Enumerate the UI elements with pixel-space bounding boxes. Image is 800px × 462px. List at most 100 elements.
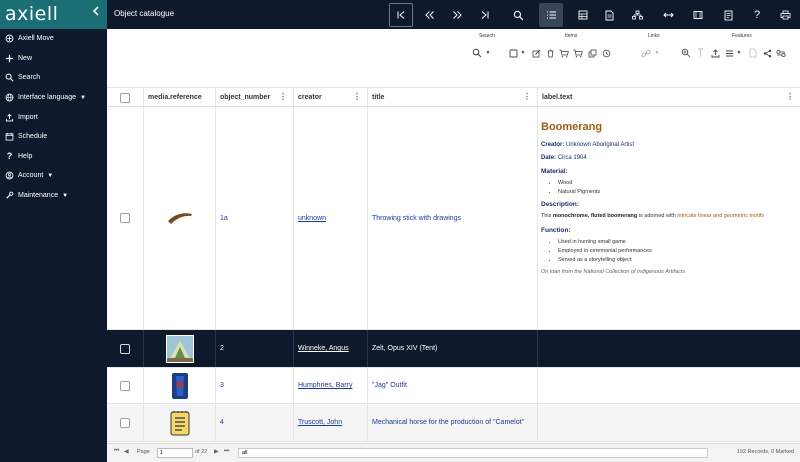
chevron-down-icon[interactable]: ▼ [654,47,660,59]
collapse-sidebar-icon[interactable] [91,6,101,18]
hierarchy-view-button[interactable] [625,3,649,27]
search-icon [4,72,15,83]
axiell-logo: axiell [5,3,59,25]
boomerang-thumbnail[interactable] [166,204,194,232]
creator-link[interactable]: Truscott, John [298,419,342,426]
sidebar-item-schedule[interactable]: Schedule [0,127,107,147]
document-icon[interactable] [747,47,759,59]
material-list: Wood Natural Pigments [541,180,800,195]
first-page-icon[interactable]: ⏮ [114,448,119,455]
object-number-cell: 4 [215,404,293,441]
help-button[interactable]: ? [745,3,769,27]
edit-icon[interactable] [530,47,542,59]
creator-cell: unknown [293,107,367,329]
sidebar-item-account[interactable]: Account ▼ [0,166,107,186]
chevron-down-icon[interactable]: ▼ [736,47,742,59]
link-icon[interactable] [640,47,652,59]
label-key: Creator: [541,142,565,148]
remove-from-cart-icon[interactable] [572,47,584,59]
report-button[interactable] [716,3,740,27]
creator-link[interactable]: Humphries, Barry [298,382,352,389]
outfit-thumbnail[interactable] [166,372,194,400]
sidebar-item-label: New [18,54,33,62]
select-all-checkbox[interactable] [120,92,130,103]
page-title: Object catalogue [114,9,175,18]
logo-bar: axiell [0,0,107,29]
duplicate-icon[interactable] [586,47,598,59]
sidebar-item-maintenance[interactable]: Maintenance ▼ [0,186,107,206]
first-record-button[interactable] [389,3,413,27]
row-checkbox[interactable] [120,380,130,391]
row-checkbox[interactable] [120,343,130,354]
list-item: Wood [558,180,800,186]
creator-link[interactable]: unknown [298,215,326,222]
list-item: Used in hunting small game [558,239,800,245]
chevron-down-icon[interactable]: ▼ [485,47,491,59]
creator-link[interactable]: Winneke, Angus [298,345,349,352]
table-row[interactable]: 2 Winneke, Angus Zelt, Opus XIV (Tent) [107,330,800,368]
detail-view-button[interactable] [597,3,621,27]
globe-icon [4,92,15,103]
column-settings-icon[interactable] [723,47,735,59]
column-menu-icon[interactable]: ⋮ [523,92,531,101]
chevron-down-icon: ▼ [80,94,86,101]
media-cell [143,330,215,367]
previous-record-button[interactable] [417,3,441,27]
label-note: On loan from the National Collection of … [541,269,686,275]
column-menu-icon[interactable]: ⋮ [279,92,287,101]
column-menu-icon[interactable]: ⋮ [353,92,361,101]
pin-icon[interactable] [694,47,706,59]
column-header-title[interactable]: title ⋮ [367,88,537,107]
next-record-button[interactable] [445,3,469,27]
next-page-icon[interactable]: ▶ [214,448,219,455]
zoom-in-icon[interactable] [680,47,692,59]
sidebar-item-search[interactable]: Search [0,68,107,88]
toolbar-group-features-label: Features [732,33,752,39]
chevron-down-icon: ▼ [47,172,54,179]
column-header-label-text[interactable]: label.text ⋮ [537,88,800,107]
media-cell [143,368,215,403]
column-label: label.text [542,94,573,101]
media-view-button[interactable] [686,3,710,27]
select-checkbox-icon[interactable] [507,47,519,59]
object-number-cell: 1a [215,107,293,329]
sidebar-item-interface-language[interactable]: Interface language ▼ [0,88,107,108]
label-text-cell [537,368,800,403]
expand-width-button[interactable] [656,3,680,27]
column-header-creator[interactable]: creator ⋮ [293,88,367,107]
notepad-thumbnail[interactable] [166,409,194,437]
last-page-icon[interactable]: ⏭ [224,448,229,455]
record-filter-input[interactable] [238,448,708,458]
table-row[interactable]: 4 Truscott, John Mechanical horse for th… [107,404,800,442]
grid-view-button[interactable] [571,3,595,27]
last-record-button[interactable] [473,3,497,27]
label-function-heading: Function: [541,227,571,234]
delete-icon[interactable] [544,47,556,59]
history-icon[interactable] [600,47,612,59]
print-button[interactable] [773,3,797,27]
table-row[interactable]: 3 Humphries, Barry "Jag" Outfit [107,368,800,404]
relations-icon[interactable] [775,47,787,59]
search-icon[interactable] [471,47,483,59]
list-view-button[interactable] [539,3,563,27]
search-button[interactable] [506,3,530,27]
column-header-media-reference[interactable]: media.reference [143,88,215,107]
row-checkbox[interactable] [120,213,130,223]
row-checkbox[interactable] [120,417,130,428]
sidebar-item-import[interactable]: Import [0,107,107,127]
sidebar-item-axiell-move[interactable]: Axiell Move [0,29,107,49]
page-number-input[interactable] [157,448,193,458]
chevron-down-icon[interactable]: ▼ [520,47,526,59]
column-header-object-number[interactable]: object_number ⋮ [215,88,293,107]
column-menu-icon[interactable]: ⋮ [786,92,794,101]
export-icon[interactable] [709,47,721,59]
previous-page-icon[interactable]: ◀ [124,448,129,455]
sidebar-item-new[interactable]: New [0,49,107,69]
share-icon[interactable] [761,47,773,59]
sidebar-item-help[interactable]: ? Help [0,147,107,167]
calendar-icon [4,131,15,142]
column-label: object_number [220,94,271,101]
creator-cell: Truscott, John [293,404,367,441]
tent-thumbnail[interactable] [165,334,194,363]
add-to-cart-icon[interactable] [558,47,570,59]
